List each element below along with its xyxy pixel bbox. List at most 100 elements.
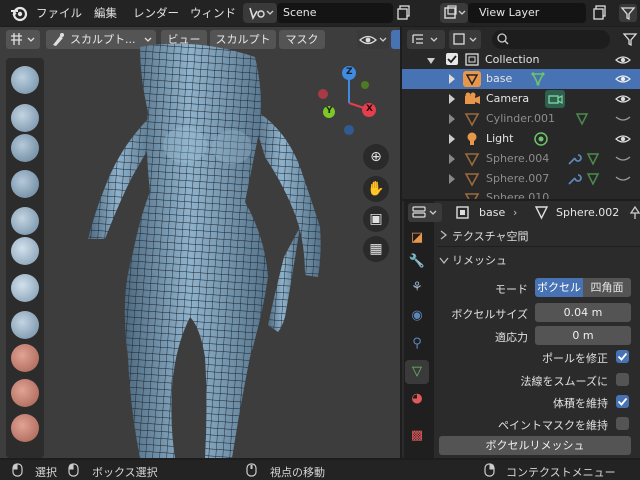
tab-constraints-icon[interactable]: ⚲ <box>405 332 429 356</box>
sphere-004-hidden-icon[interactable] <box>615 153 631 165</box>
fix-poles-checkbox[interactable] <box>616 350 629 363</box>
new-view-layer-icon[interactable] <box>593 5 607 20</box>
mouse-middle-icon <box>246 463 257 477</box>
voxel-remesh-button[interactable]: ボクセルリメッシュ <box>439 436 631 455</box>
smooth-normals-checkbox[interactable] <box>616 373 629 386</box>
filter-icon[interactable] <box>619 4 637 22</box>
mode-label: モード <box>495 283 528 296</box>
expand-arrow-icon[interactable] <box>448 114 456 124</box>
sphere-007-hidden-icon[interactable] <box>615 173 631 185</box>
remesh-expand-icon[interactable] <box>439 255 449 265</box>
outliner-search-input[interactable] <box>492 30 610 49</box>
smooth-brush-icon[interactable] <box>11 344 39 372</box>
clay-strips-brush-icon[interactable] <box>11 170 39 198</box>
preserve-volume-label: 体積を維持 <box>553 397 608 410</box>
outliner-label-camera: Camera <box>486 92 530 105</box>
mode-quad-button[interactable]: 四角面 <box>583 278 631 297</box>
mode-voxel-button[interactable]: ボクセル <box>535 278 583 297</box>
object-breadcrumb-icon <box>455 205 470 220</box>
mesh-object-icon <box>463 71 481 87</box>
fill-brush-icon[interactable] <box>11 414 39 442</box>
collection-label: Collection <box>485 53 540 66</box>
view-layer-icon <box>444 5 466 19</box>
mesh-object-icon <box>463 151 481 167</box>
tab-particles-icon[interactable]: ⚘ <box>405 276 429 300</box>
camera-eye-icon[interactable] <box>615 92 631 106</box>
expand-arrow-icon[interactable] <box>448 94 456 104</box>
pin-icon[interactable] <box>629 205 640 220</box>
outliner-label-base: base <box>486 72 513 85</box>
view-layer-name: View Layer <box>479 6 540 19</box>
tab-physics-icon[interactable]: ◉ <box>405 304 429 328</box>
light-data-icon <box>532 130 550 148</box>
mesh-breadcrumb-icon <box>534 205 549 220</box>
blob-brush-icon[interactable] <box>11 274 39 302</box>
tab-texture-icon[interactable]: ▩ <box>405 424 429 448</box>
cylinder-hidden-icon[interactable] <box>615 113 631 125</box>
inflate-brush-icon[interactable] <box>11 237 39 265</box>
display-mode-button[interactable] <box>449 30 481 49</box>
camera-view-icon[interactable]: ▣ <box>363 206 389 232</box>
view-layer-browse-button[interactable] <box>440 3 468 23</box>
expand-arrow-icon[interactable] <box>448 154 456 164</box>
panel-divider <box>437 246 640 247</box>
tab-tool-icon[interactable]: ◪ <box>405 226 429 250</box>
scene-name: Scene <box>283 6 317 19</box>
blender-logo-icon[interactable] <box>10 4 28 22</box>
menu-file[interactable]: ファイル <box>36 5 82 21</box>
new-scene-icon[interactable] <box>397 5 411 20</box>
outliner-icon <box>412 34 438 44</box>
tab-material-icon[interactable]: ◕ <box>405 387 429 411</box>
breadcrumb-mesh: Sphere.002 <box>556 206 620 219</box>
base-eye-icon[interactable] <box>615 72 631 86</box>
outliner-item-light[interactable] <box>402 129 640 149</box>
light-eye-icon[interactable] <box>615 132 631 146</box>
ortho-grid-icon[interactable]: ▦ <box>363 236 389 262</box>
tab-mesh-data-icon[interactable]: ▽ <box>405 360 429 384</box>
breadcrumb-object: base <box>479 206 506 219</box>
voxel-size-field[interactable]: 0.04 m <box>535 303 631 322</box>
outliner-label-light: Light <box>486 132 514 145</box>
neg-y-axis-handle[interactable] <box>361 81 369 89</box>
expand-arrow-icon[interactable] <box>448 134 456 144</box>
collection-expand-icon[interactable] <box>427 55 435 64</box>
preserve-paint-mask-checkbox[interactable] <box>616 417 629 430</box>
adaptivity-field[interactable]: 0 m <box>535 326 631 345</box>
scene-browse-button[interactable] <box>243 3 277 23</box>
collection-eye-icon[interactable] <box>615 53 631 67</box>
display-mode-icon <box>453 33 477 45</box>
fix-poles-label: ポールを修正 <box>542 352 608 365</box>
layer-brush-icon[interactable] <box>11 207 39 235</box>
expand-arrow-icon[interactable] <box>448 74 456 84</box>
outliner-filter-icon[interactable] <box>621 30 639 49</box>
texture-space-collapse-icon[interactable] <box>440 230 448 240</box>
outliner-editor-type-button[interactable] <box>407 30 445 49</box>
menu-window[interactable]: ウィンド <box>190 5 236 21</box>
menu-render[interactable]: レンダー <box>133 5 179 21</box>
collection-checkbox[interactable] <box>446 53 458 65</box>
neg-z-axis-handle[interactable] <box>344 125 354 135</box>
expand-arrow-icon[interactable] <box>448 174 456 184</box>
properties-editor-type-button[interactable] <box>408 203 442 222</box>
search-icon <box>497 33 509 45</box>
camera-object-icon <box>463 91 481 107</box>
outliner-label-sphere-004: Sphere.004 <box>486 152 550 165</box>
preserve-volume-checkbox[interactable] <box>616 395 629 408</box>
tab-modifier-wrench-icon[interactable]: 🔧 <box>405 250 429 274</box>
draw-brush-icon[interactable] <box>11 66 39 94</box>
menu-edit[interactable]: 編集 <box>94 5 117 21</box>
preserve-paint-mask-label: ペイントマスクを維持 <box>498 419 608 432</box>
outliner-item-sphere-010[interactable]: Sphere.010 <box>402 189 640 199</box>
wrench-icon <box>566 171 582 187</box>
flatten-brush-icon[interactable] <box>11 379 39 407</box>
outliner-item-base[interactable] <box>402 69 640 89</box>
neg-x-axis-handle[interactable] <box>318 89 328 99</box>
crease-brush-icon[interactable] <box>11 311 39 339</box>
texture-space-panel-header[interactable]: テクスチャ空間 <box>452 228 529 244</box>
draw-sharp-brush-icon[interactable] <box>11 104 39 132</box>
zoom-icon[interactable]: ⊕ <box>363 144 389 170</box>
pan-hand-icon[interactable]: ✋ <box>363 176 389 202</box>
remesh-panel-header[interactable]: リメッシュ <box>452 252 507 268</box>
clay-brush-icon[interactable] <box>11 134 39 162</box>
voxel-size-label: ボクセルサイズ <box>451 308 528 321</box>
